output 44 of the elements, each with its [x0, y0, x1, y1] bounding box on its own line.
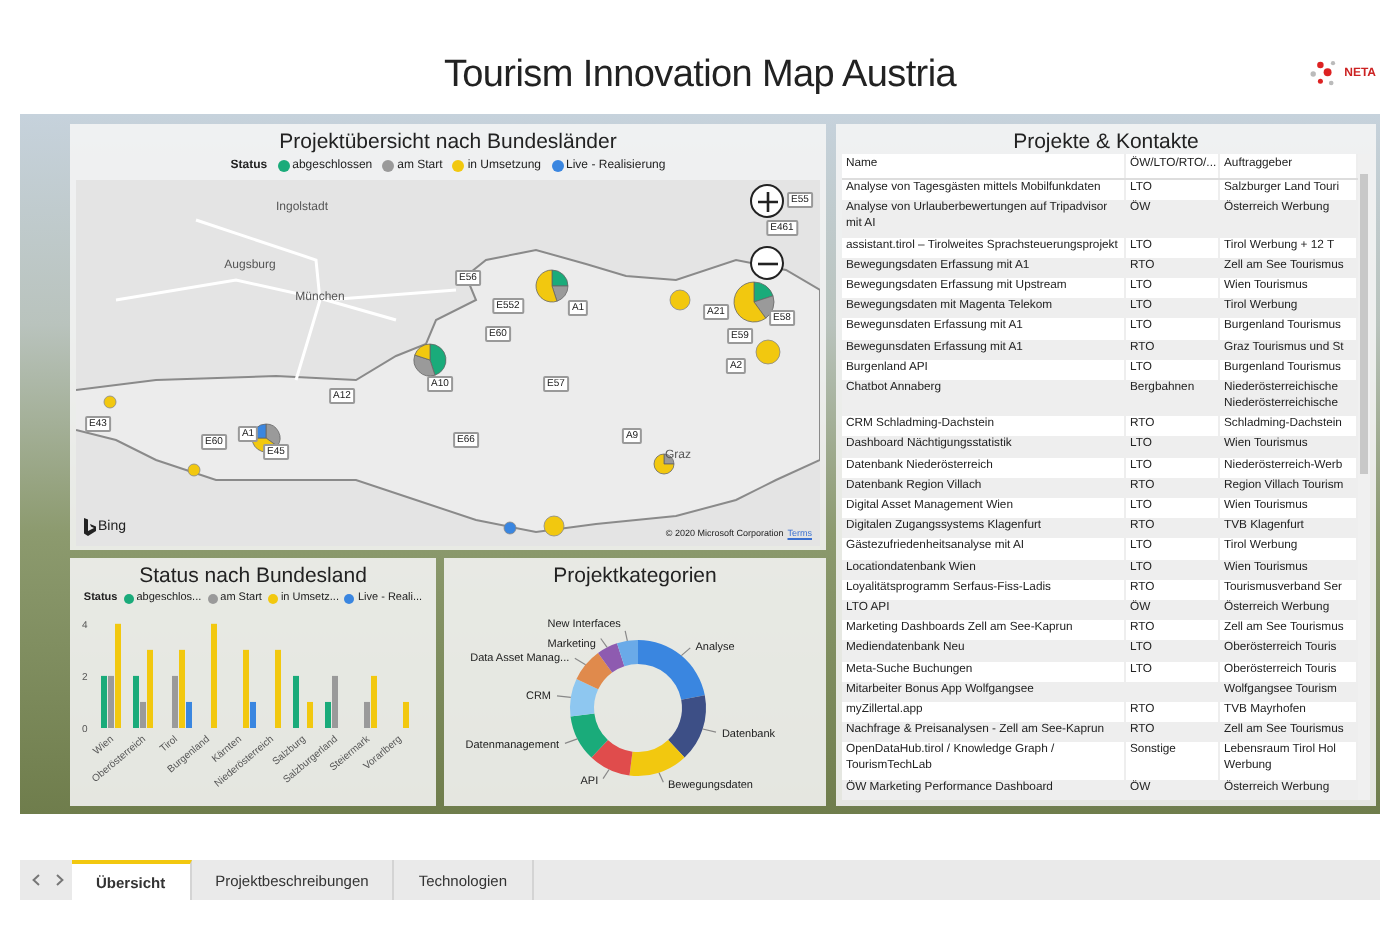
- scrollbar[interactable]: [1358, 154, 1370, 800]
- leader-line: [602, 768, 610, 780]
- leader-line: [564, 738, 578, 744]
- bar[interactable]: [403, 701, 409, 728]
- pie-marker[interactable]: [669, 289, 691, 311]
- chart-title: Projektkategorien: [551, 562, 719, 588]
- pie-marker[interactable]: [503, 521, 517, 535]
- leader-line: [680, 647, 691, 657]
- zoom-in-button[interactable]: [750, 184, 784, 218]
- donut-slice[interactable]: [668, 695, 706, 758]
- pie-marker[interactable]: [413, 343, 447, 377]
- donut-slice[interactable]: [617, 640, 638, 667]
- leader-line: [624, 630, 628, 642]
- pie-marker[interactable]: [755, 339, 781, 365]
- leader-line: [702, 728, 717, 733]
- chevron-right-icon: [56, 874, 64, 886]
- donut-slice[interactable]: [629, 740, 685, 776]
- pie-marker[interactable]: [535, 269, 569, 303]
- plus-icon: [757, 191, 777, 211]
- donut-slice[interactable]: [576, 653, 613, 690]
- donut-slice[interactable]: [591, 740, 633, 776]
- pie-marker[interactable]: [733, 281, 775, 323]
- zoom-out-button[interactable]: [750, 246, 784, 280]
- map-title: Projektübersicht nach Bundesländer: [277, 128, 619, 154]
- leader-line: [658, 772, 664, 783]
- bar[interactable]: [250, 701, 256, 728]
- pie-marker[interactable]: [187, 463, 201, 477]
- pie-marker[interactable]: [103, 395, 117, 409]
- chevron-left-icon: [32, 874, 40, 886]
- chart-title: Status nach Bundesland: [137, 562, 369, 588]
- leader-line: [600, 637, 608, 648]
- bar[interactable]: [325, 701, 331, 728]
- leader-line: [556, 695, 572, 698]
- table-title: Projekte & Kontakte: [1011, 128, 1201, 154]
- leader-line: [574, 657, 587, 666]
- bing-logo-icon: [84, 518, 96, 536]
- donut-slice[interactable]: [598, 643, 625, 673]
- bar[interactable]: [364, 701, 370, 728]
- bar[interactable]: [186, 701, 192, 728]
- dashboard-title: Tourism Innovation Map Austria: [443, 54, 957, 98]
- bar[interactable]: [140, 701, 146, 728]
- bar[interactable]: [307, 701, 313, 728]
- pie-marker[interactable]: [543, 515, 565, 537]
- donut-slice[interactable]: [570, 713, 608, 758]
